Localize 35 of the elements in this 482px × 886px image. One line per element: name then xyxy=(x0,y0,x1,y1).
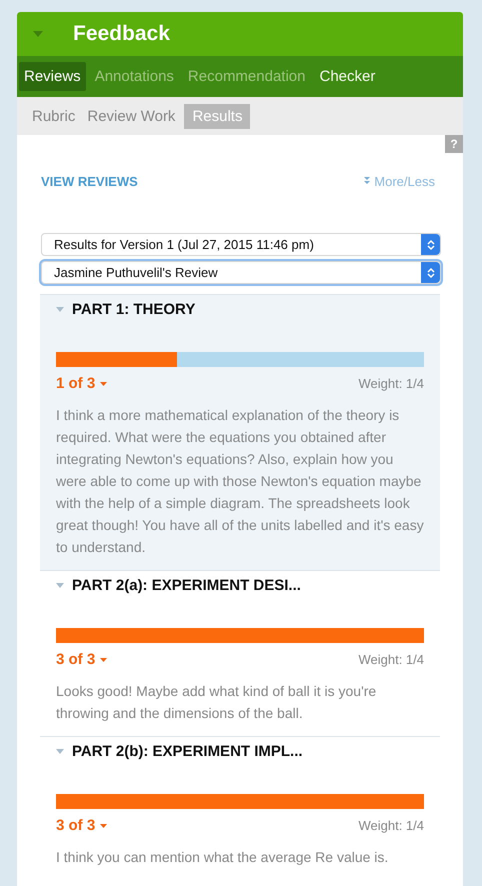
version-select[interactable]: Results for Version 1 (Jul 27, 2015 11:46 pm) xyxy=(41,233,441,256)
weight-label: Weight: 1/4 xyxy=(358,376,424,391)
part-title: PART 1: THEORY xyxy=(72,301,196,318)
tab[interactable]: Checker xyxy=(314,62,380,91)
review-select[interactable]: Jasmine Puthuvelil's Review xyxy=(41,261,441,284)
review-comment: I think a more mathematical explanation of the theory is required. What were the equations you obtained after integrating Newton's equations? Also, explain how you were able to come up with those Newton's equation maybe with the help of a simple diagram. The spreadsheets look great though! You have all of the units labelled and it's easy to understand. xyxy=(56,406,424,557)
panel-title: Feedback xyxy=(73,22,170,46)
tab[interactable]: Recommendation xyxy=(182,62,310,91)
caret-icon[interactable] xyxy=(33,31,43,37)
select-arrows-icon xyxy=(421,234,440,255)
select-arrows-icon xyxy=(421,262,440,283)
subtab[interactable]: Review Work xyxy=(84,104,178,128)
caret-icon xyxy=(100,658,108,662)
caret-icon[interactable] xyxy=(56,307,64,312)
help-button[interactable]: ? xyxy=(445,135,463,153)
review-comment: Looks good! Maybe add what kind of ball it is you're throwing and the dimensions of the ball. xyxy=(56,682,378,723)
score-dropdown[interactable]: 1 of 3 xyxy=(56,375,108,392)
weight-label: Weight: 1/4 xyxy=(358,818,424,833)
score-dropdown[interactable]: 3 of 3 xyxy=(56,817,108,834)
caret-icon xyxy=(100,382,108,386)
caret-icon[interactable] xyxy=(56,749,64,754)
tab[interactable]: Reviews xyxy=(19,62,86,91)
part-title: PART 2(a): EXPERIMENT DESI... xyxy=(72,577,301,594)
tab[interactable]: Annotations xyxy=(90,62,179,91)
subtab[interactable]: Rubric xyxy=(29,104,78,128)
part-title: PART 2(b): EXPERIMENT IMPL... xyxy=(72,743,303,760)
weight-label: Weight: 1/4 xyxy=(358,652,424,667)
expand-icon xyxy=(364,177,370,185)
caret-icon xyxy=(100,824,108,828)
caret-icon[interactable] xyxy=(56,583,64,588)
subtab[interactable]: Results xyxy=(184,104,250,128)
view-reviews-link[interactable]: VIEW REVIEWS xyxy=(41,174,138,188)
review-comment: I think you can mention what the average Re value is. xyxy=(56,848,390,867)
score-dropdown[interactable]: 3 of 3 xyxy=(56,651,108,668)
more-less-link[interactable]: More/Less xyxy=(364,174,435,188)
